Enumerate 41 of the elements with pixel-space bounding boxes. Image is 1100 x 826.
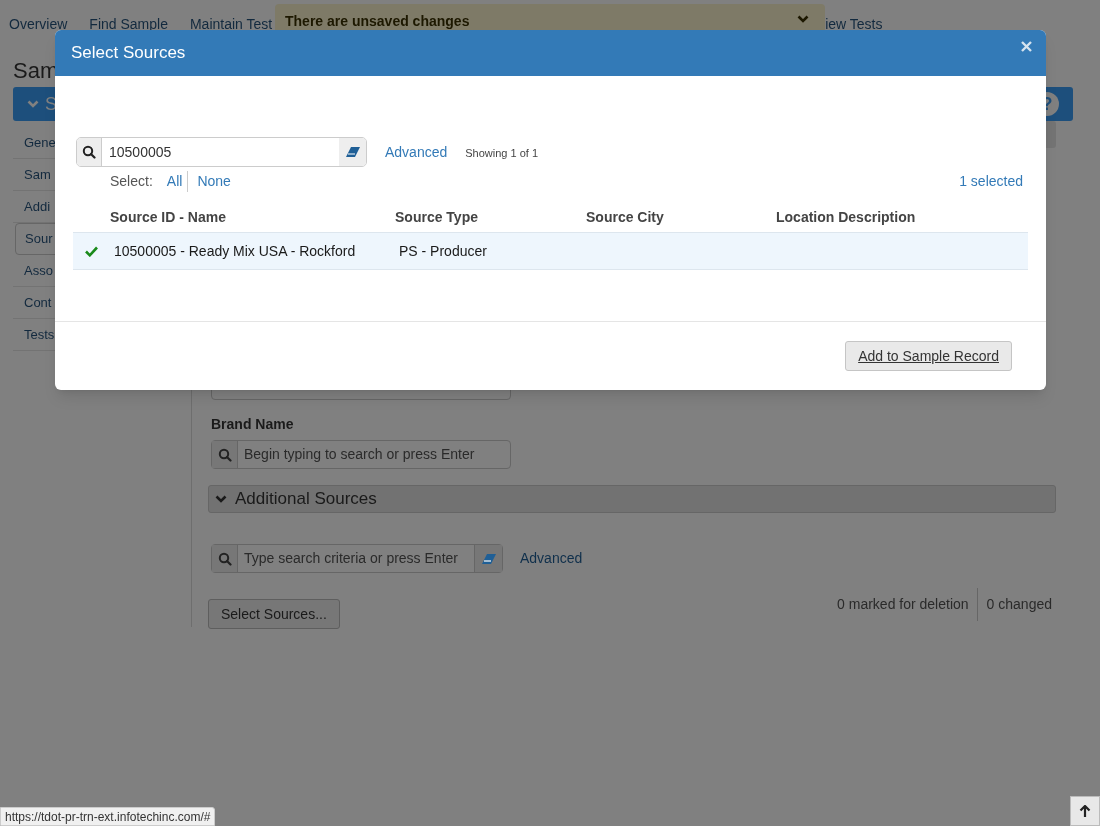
select-all-link[interactable]: All xyxy=(166,170,189,192)
status-url: https://tdot-pr-trn-ext.infotechinc.com/# xyxy=(0,807,216,826)
search-icon xyxy=(217,551,232,566)
column-header: Location Description xyxy=(776,208,916,225)
eraser-icon xyxy=(345,147,360,157)
table-row[interactable]: 10500005 - Ready Mix USA - Rockford PS - Producer xyxy=(73,233,1028,270)
table-cell: 10500005 - Ready Mix USA - Rockford xyxy=(114,243,356,259)
search-input[interactable]: 10500005 xyxy=(102,141,339,163)
close-icon[interactable] xyxy=(1021,40,1032,52)
result-count: Showing 1 of 1 xyxy=(465,145,539,161)
dialog-title: Select Sources xyxy=(71,42,186,65)
brand-name-input[interactable]: Begin typing to search or press Enter xyxy=(238,444,510,465)
table-cell: PS - Producer xyxy=(399,243,487,259)
select-label: Select: xyxy=(110,171,153,191)
scroll-top-button[interactable] xyxy=(1070,796,1100,826)
advanced-link[interactable]: Advanced xyxy=(385,141,448,163)
selected-count: 1 selected xyxy=(959,171,1023,191)
field-label: Brand Name xyxy=(211,415,295,434)
marked-for-deletion-count: 0 marked for deletion xyxy=(837,587,978,621)
column-header: Source ID - Name xyxy=(110,208,226,225)
search-icon xyxy=(217,447,232,462)
column-header: Source City xyxy=(586,208,664,225)
search-field[interactable]: 10500005 xyxy=(76,137,367,167)
select-none-link[interactable]: None xyxy=(197,170,231,192)
checkmark-icon xyxy=(85,245,98,257)
search-icon xyxy=(82,145,96,159)
advanced-link[interactable]: Advanced xyxy=(520,548,583,569)
nav-link[interactable]: Overview xyxy=(9,13,68,35)
search-input[interactable]: Type search criteria or press Enter xyxy=(238,548,474,569)
changed-count: 0 changed xyxy=(985,594,1052,614)
eraser-icon xyxy=(481,553,496,564)
add-to-sample-record-button[interactable]: Add to Sample Record xyxy=(845,341,1012,371)
banner-text: There are unsaved changes xyxy=(285,12,470,31)
column-header: Source Type xyxy=(395,208,478,225)
search-field[interactable]: Type search criteria or press Enter xyxy=(211,544,503,573)
brand-name-field[interactable]: Begin typing to search or press Enter xyxy=(211,440,511,469)
chevron-down-icon xyxy=(797,15,809,24)
section-bar[interactable]: Additional Sources xyxy=(208,485,1056,513)
select-sources-button[interactable]: Select Sources... xyxy=(208,599,340,629)
section-title: Additional Sources xyxy=(235,488,377,511)
arrow-up-icon xyxy=(1079,805,1091,817)
